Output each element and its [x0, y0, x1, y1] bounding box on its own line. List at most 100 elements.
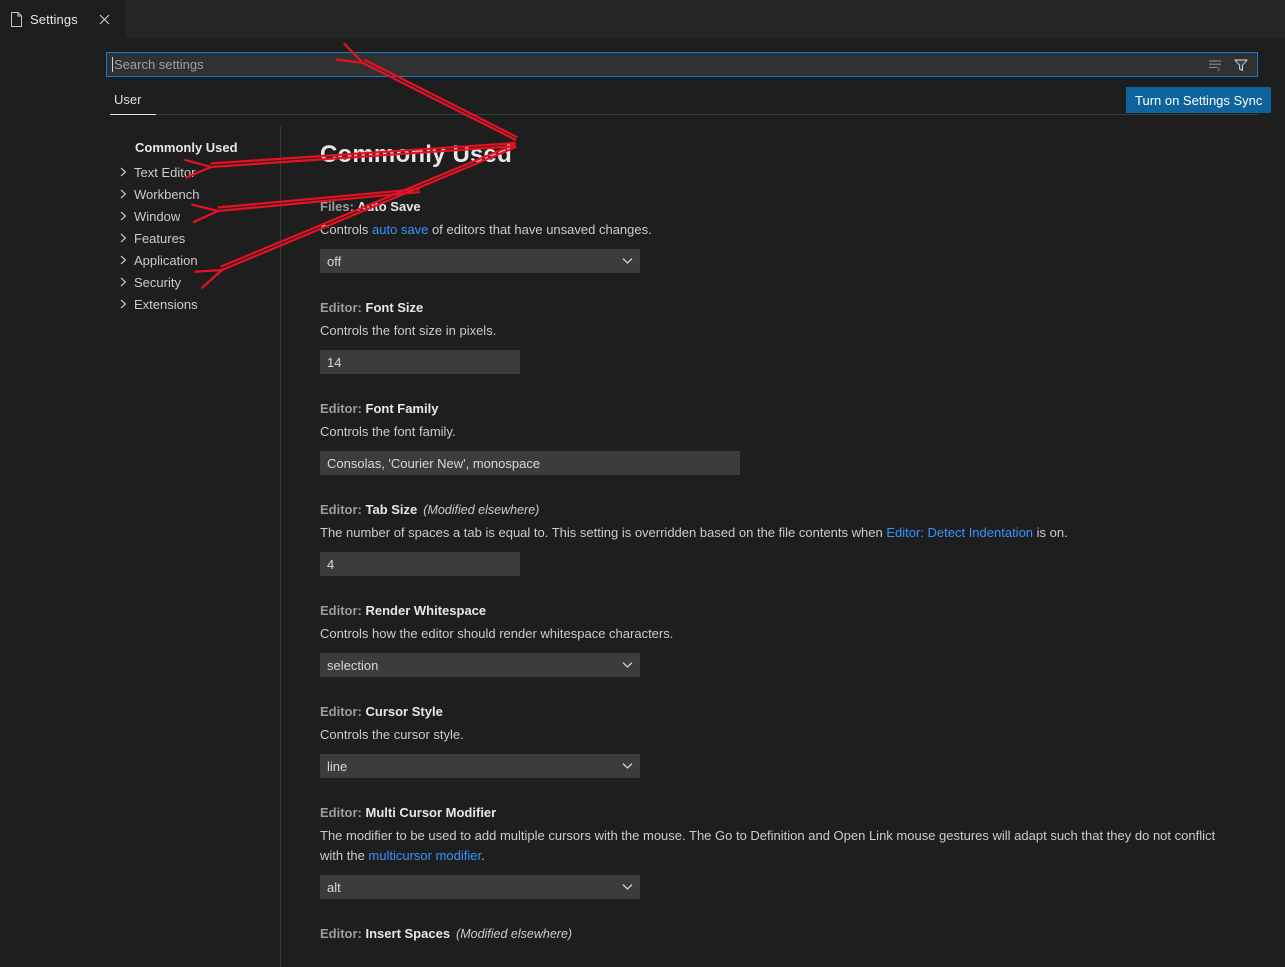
- select-value: off: [327, 253, 342, 269]
- sidebar-item-label: Security: [134, 274, 181, 290]
- setting-input-editor-font-family[interactable]: Consolas, 'Courier New', monospace: [320, 451, 740, 475]
- sidebar-item-features[interactable]: Features: [0, 227, 280, 249]
- input-value: 14: [327, 354, 342, 370]
- chevron-down-icon: [622, 661, 633, 669]
- sidebar-item-label: Extensions: [134, 296, 198, 312]
- desc-text-before: Controls the font family.: [320, 424, 456, 439]
- sync-button-label: Turn on Settings Sync: [1135, 92, 1263, 108]
- tab-user-label: User: [114, 91, 142, 107]
- sidebar-item-text-editor[interactable]: Text Editor: [0, 161, 280, 183]
- select-value: line: [327, 758, 348, 774]
- setting-prefix: Editor:: [320, 502, 366, 517]
- setting-title: Editor: Render Whitespace: [320, 602, 1285, 620]
- search-row: Search settings x: [0, 38, 1285, 82]
- sidebar-item-application[interactable]: Application: [0, 249, 280, 271]
- input-value: 4: [327, 556, 335, 572]
- desc-link[interactable]: auto save: [372, 222, 428, 237]
- settings-scope-row: User: [0, 82, 1285, 118]
- tab-user[interactable]: User: [110, 82, 145, 116]
- desc-text-before: Controls: [320, 222, 373, 237]
- setting-row-files-auto-save: Files: Auto Save Controls auto save of e…: [320, 198, 1285, 273]
- chevron-right-icon: [119, 299, 134, 309]
- setting-title: Editor: Cursor Style: [320, 703, 1285, 721]
- setting-modified-badge: (Modified elsewhere): [423, 503, 540, 517]
- settings-list: Commonly Used Files: Auto Save Controls …: [282, 126, 1285, 967]
- svg-text:x: x: [1217, 67, 1220, 73]
- sidebar-item-label: Text Editor: [134, 164, 196, 180]
- setting-name: Cursor Style: [365, 704, 443, 719]
- setting-name: Tab Size: [365, 502, 418, 517]
- desc-text-before: Controls how the editor should render wh…: [320, 626, 674, 641]
- scope-divider: [110, 114, 1258, 115]
- chevron-right-icon: [119, 255, 134, 265]
- setting-title: Editor: Multi Cursor Modifier: [320, 804, 1285, 822]
- setting-name: Font Family: [365, 401, 439, 416]
- file-icon: [10, 11, 23, 27]
- setting-description: Controls the font family.: [320, 422, 1225, 442]
- setting-select-editor-multi-cursor-modifier[interactable]: alt: [320, 875, 640, 899]
- setting-prefix: Editor:: [320, 926, 366, 941]
- setting-row-editor-cursor-style: Editor: Cursor Style Controls the cursor…: [320, 703, 1285, 778]
- setting-select-editor-cursor-style[interactable]: line: [320, 754, 640, 778]
- setting-input-editor-tab-size[interactable]: 4: [320, 552, 520, 576]
- setting-prefix: Editor:: [320, 401, 366, 416]
- input-value: Consolas, 'Courier New', monospace: [327, 455, 541, 471]
- setting-prefix: Editor:: [320, 704, 366, 719]
- filter-icon[interactable]: [1231, 55, 1251, 75]
- clear-filters-icon[interactable]: x: [1205, 55, 1225, 75]
- settings-editor-window: Settings Search settings x User Turn on …: [0, 0, 1285, 967]
- page-title: Commonly Used: [320, 141, 512, 168]
- setting-prefix: Editor:: [320, 603, 366, 618]
- sidebar-item-workbench[interactable]: Workbench: [0, 183, 280, 205]
- sidebar-item-label: Features: [134, 230, 186, 246]
- settings-table-of-contents: Commonly Used Text Editor Workbench Wind…: [0, 126, 281, 967]
- setting-title: Editor: Font Family: [320, 400, 1285, 418]
- sidebar-item-extensions[interactable]: Extensions: [0, 293, 280, 315]
- editor-tab-settings[interactable]: Settings: [0, 0, 126, 38]
- sidebar-item-security[interactable]: Security: [0, 271, 280, 293]
- search-actions: x: [1205, 55, 1251, 75]
- setting-name: Auto Save: [357, 199, 421, 214]
- setting-row-editor-render-whitespace: Editor: Render Whitespace Controls how t…: [320, 602, 1285, 677]
- setting-name: Font Size: [365, 300, 424, 315]
- close-icon[interactable]: [95, 9, 115, 29]
- desc-text-before: Controls the cursor style.: [320, 727, 464, 742]
- setting-row-editor-font-size: Editor: Font Size Controls the font size…: [320, 299, 1285, 374]
- desc-link[interactable]: Editor: Detect Indentation: [886, 525, 1033, 540]
- setting-description: Controls how the editor should render wh…: [320, 624, 1225, 644]
- setting-input-editor-font-size[interactable]: 14: [320, 350, 520, 374]
- select-value: selection: [327, 657, 379, 673]
- setting-name: Insert Spaces: [365, 926, 451, 941]
- setting-prefix: Editor:: [320, 300, 366, 315]
- sidebar-item-label: Workbench: [134, 186, 200, 202]
- setting-row-editor-font-family: Editor: Font Family Controls the font fa…: [320, 400, 1285, 475]
- setting-description: The modifier to be used to add multiple …: [320, 826, 1225, 866]
- sidebar-item-label: Window: [134, 208, 181, 224]
- setting-modified-badge: (Modified elsewhere): [456, 927, 573, 941]
- sidebar-item-label: Application: [134, 252, 198, 268]
- editor-tab-label: Settings: [30, 11, 78, 27]
- search-input[interactable]: Search settings x: [106, 52, 1258, 77]
- tab-user-active-underline: [110, 114, 156, 115]
- desc-link[interactable]: multicursor modifier: [368, 848, 481, 863]
- desc-text-after: is on.: [1033, 525, 1068, 540]
- sidebar-item-window[interactable]: Window: [0, 205, 280, 227]
- setting-prefix: Editor:: [320, 805, 366, 820]
- text-caret: [112, 57, 113, 72]
- search-placeholder: Search settings: [114, 57, 204, 72]
- editor-tab-bar: Settings: [0, 0, 1285, 38]
- setting-title: Files: Auto Save: [320, 198, 1285, 216]
- desc-text-before: Controls the font size in pixels.: [320, 323, 497, 338]
- setting-name: Multi Cursor Modifier: [365, 805, 497, 820]
- chevron-right-icon: [119, 211, 134, 221]
- desc-text-after: .: [481, 848, 485, 863]
- chevron-right-icon: [119, 167, 134, 177]
- setting-name: Render Whitespace: [365, 603, 487, 618]
- toc-header: Commonly Used: [135, 140, 238, 155]
- chevron-down-icon: [622, 883, 633, 891]
- setting-select-editor-render-whitespace[interactable]: selection: [320, 653, 640, 677]
- select-value: alt: [327, 879, 341, 895]
- turn-on-settings-sync-button[interactable]: Turn on Settings Sync: [1126, 87, 1272, 113]
- setting-select-files-auto-save[interactable]: off: [320, 249, 640, 273]
- setting-prefix: Files:: [320, 199, 358, 214]
